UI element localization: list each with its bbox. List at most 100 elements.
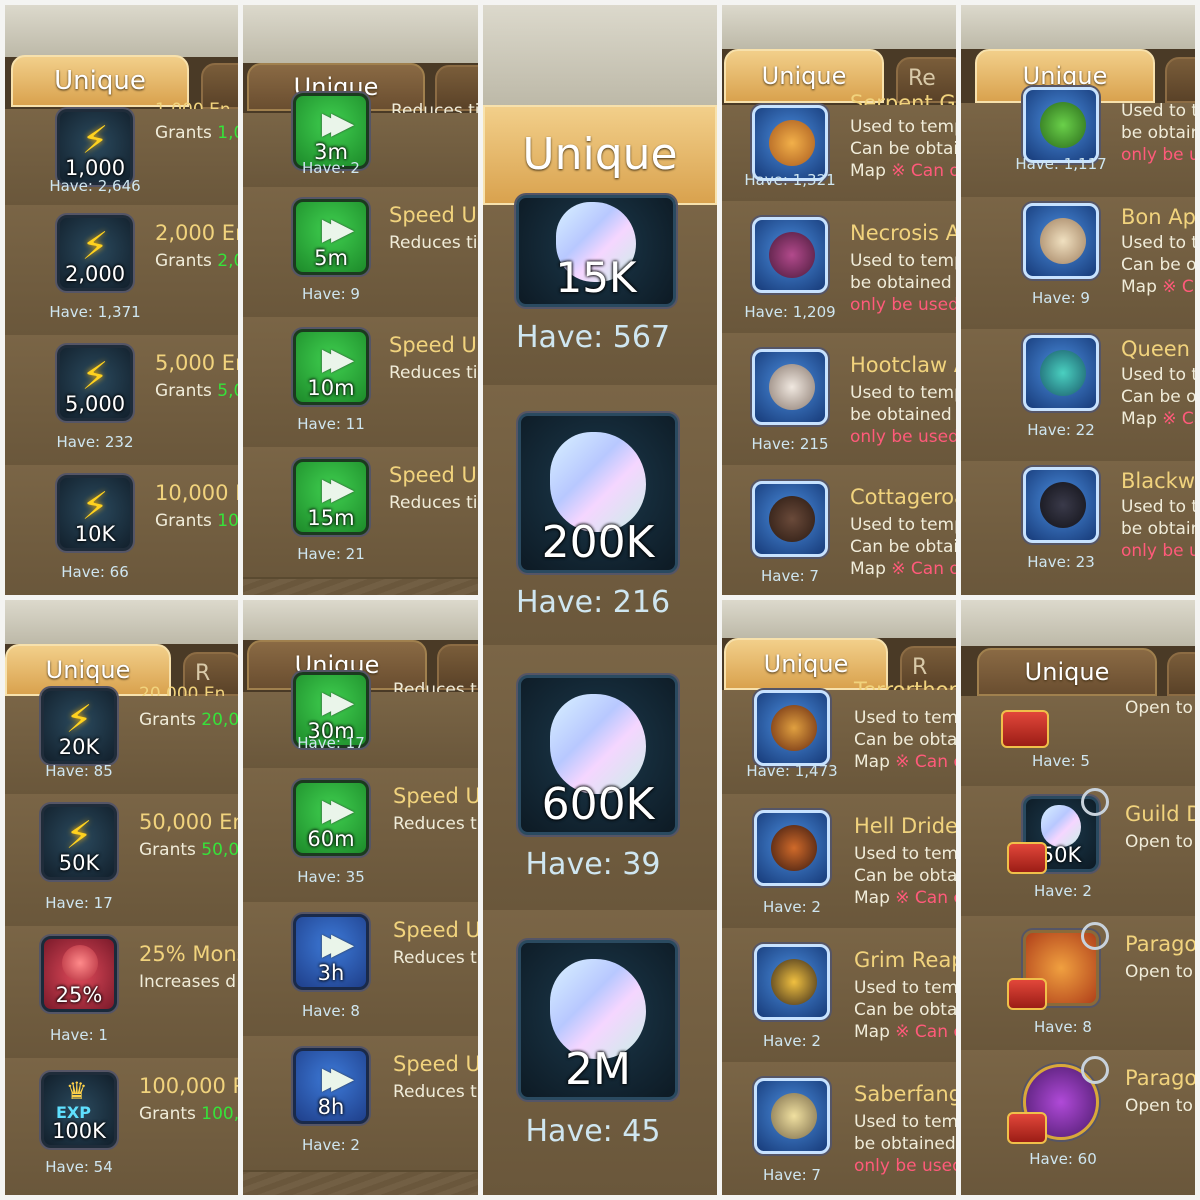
energy-icon: ⚡ 5,000 bbox=[57, 345, 133, 421]
have-count: Have: 66 bbox=[61, 563, 129, 581]
list-item[interactable]: ▶▶ 60m Have: 35 Speed U Reduces t bbox=[243, 768, 478, 904]
list-item[interactable]: ▶▶ 8h Have: 2 Speed U Reduces t bbox=[243, 1036, 478, 1172]
list-item[interactable]: ▶▶ 3h Have: 8 Speed U Reduces t bbox=[243, 902, 478, 1038]
list-item[interactable]: Have: 2 Grim Reap Used to temp Can be ob… bbox=[722, 928, 956, 1064]
energy-icon: ⚡ 1,000 bbox=[57, 109, 133, 185]
energy-icon: ⚡ 20K bbox=[41, 688, 117, 764]
list-item[interactable]: Have: 1,117 Used to te be obtain only be… bbox=[961, 87, 1195, 199]
item-desc: Open to bbox=[1125, 1096, 1193, 1116]
list-item[interactable]: Have: 7 Saberfang Used to temp be obtain… bbox=[722, 1062, 956, 1195]
monster-trophy-icon bbox=[1023, 87, 1099, 163]
list-item[interactable]: ⚡ 20K Have: 85 Grants 20,0 bbox=[5, 688, 238, 796]
list-item[interactable]: 2M Have: 45 bbox=[483, 910, 717, 1195]
list-item[interactable]: 25% Have: 1 25% Mons Increases d bbox=[5, 926, 238, 1060]
crown-icon: ♛ bbox=[66, 1077, 88, 1105]
tab-next[interactable] bbox=[1167, 652, 1195, 696]
tab-next[interactable] bbox=[1165, 57, 1195, 103]
list-item[interactable]: ▶▶10m Have: 11 Speed Up Reduces ti bbox=[243, 317, 478, 449]
item-title: Speed Up bbox=[389, 203, 478, 227]
list-item[interactable]: Have: 2 Hell Drider Used to temp Can be … bbox=[722, 794, 956, 930]
list-item[interactable]: ⚡2,000 Have: 1,371 2,000 Ene Grants 2,0 bbox=[5, 205, 238, 337]
grants-text: Grants 2,0 bbox=[155, 251, 238, 271]
list-item[interactable]: ⚡1,000 Have: 2,646 Grants 1,0 bbox=[5, 109, 238, 207]
item-line2: Can be obtain bbox=[850, 537, 956, 557]
list-item[interactable]: 15K Have: 567 bbox=[483, 195, 717, 387]
gem-icon: 200K bbox=[518, 413, 678, 573]
item-desc: Increases d bbox=[139, 972, 236, 992]
have-count: Have: 2 bbox=[1034, 882, 1092, 900]
panel-energy-1: Unique 1,000 En ⚡1,000 Have: 2,646 Grant… bbox=[5, 5, 238, 595]
list-item[interactable]: Have: 1,209 Necrosis A Used to temp be o… bbox=[722, 201, 956, 335]
item-line3: only be used bbox=[850, 427, 956, 447]
list-item[interactable]: Have: 215 Hootclaw A Used to temp be obt… bbox=[722, 333, 956, 467]
monster-trophy-icon bbox=[754, 810, 830, 886]
list-item[interactable]: ⚡50K Have: 17 50,000 Ene Grants 50,0 bbox=[5, 794, 238, 928]
item-title: Necrosis A bbox=[850, 221, 956, 245]
list-item[interactable]: Have: 8 Parago Open to bbox=[961, 916, 1195, 1052]
item-line1: Used to te bbox=[1121, 497, 1195, 517]
list-item[interactable]: ▶▶5m Have: 9 Speed Up Reduces ti bbox=[243, 187, 478, 319]
item-desc: Reduces ti bbox=[389, 493, 478, 513]
item-line2: Can be ob bbox=[1121, 255, 1195, 275]
list-item[interactable]: Have: 1,473 Used to temp Can be obtai Ma… bbox=[722, 690, 956, 796]
monster-trophy-icon bbox=[752, 105, 828, 181]
list-item[interactable]: 200K Have: 216 bbox=[483, 385, 717, 647]
magnifier-icon bbox=[1081, 1056, 1109, 1084]
item-desc: Reduces ti bbox=[389, 363, 478, 383]
item-line3: only be u bbox=[1121, 145, 1195, 165]
top-bar bbox=[961, 5, 1195, 49]
item-title: Bon App bbox=[1121, 205, 1195, 229]
list-item[interactable]: Have: 9 Bon App Used to te Can be ob Map… bbox=[961, 197, 1195, 331]
item-title: Grim Reap bbox=[854, 948, 956, 972]
exp-crown-icon: ♛ EXP 100K bbox=[41, 1072, 117, 1148]
list-item[interactable]: ♛ EXP 100K Have: 54 100,000 Pl Grants 10… bbox=[5, 1058, 238, 1195]
list-item[interactable]: Have: 5 Open to bbox=[961, 696, 1195, 788]
have-count: Have: 45 bbox=[525, 1114, 661, 1149]
panel-speedup-2: Unique Reduces t ▶▶ 30m Have: 17 ▶▶ 60m Ha… bbox=[243, 600, 478, 1195]
have-count: Have: 60 bbox=[1029, 1150, 1097, 1168]
list-item[interactable]: ▶▶ 3m Have: 2 bbox=[243, 93, 478, 189]
list-item[interactable]: ⚡10K Have: 66 10,000 En Grants 10 bbox=[5, 465, 238, 595]
item-desc: Reduces ti bbox=[389, 233, 478, 253]
item-line3: only be used bbox=[850, 295, 956, 315]
have-count: Have: 2 bbox=[302, 159, 360, 177]
item-line2: Can be obtai bbox=[854, 730, 956, 750]
list-item[interactable]: Have: 60 Parago Open to bbox=[961, 1050, 1195, 1195]
item-title: Cottageroa bbox=[850, 485, 956, 509]
item-line3: only be u bbox=[1121, 541, 1195, 561]
grants-text: Grants 20,0 bbox=[139, 710, 238, 730]
list-item[interactable]: 600K Have: 39 bbox=[483, 645, 717, 912]
list-item[interactable]: 50K Have: 2 Guild D Open to bbox=[961, 786, 1195, 918]
monster-trophy-icon bbox=[1023, 203, 1099, 279]
top-bar bbox=[722, 5, 956, 49]
item-desc: Open to bbox=[1125, 962, 1193, 982]
energy-icon: ⚡ 2,000 bbox=[57, 215, 133, 291]
list-item[interactable]: Have: 7 Cottageroa Used to temp Can be o… bbox=[722, 465, 956, 595]
panel-speedup-1: Unique Reduces ti ▶▶ 3m Have: 2 ▶▶ 5m Have… bbox=[243, 5, 478, 595]
have-count: Have: 35 bbox=[297, 868, 365, 886]
item-title: Speed U bbox=[393, 1052, 478, 1076]
item-line3: Map ※ C bbox=[1121, 277, 1194, 297]
list-item[interactable]: Have: 23 Blackwi Used to te be obtain on… bbox=[961, 461, 1195, 595]
item-title: Speed U bbox=[393, 784, 478, 808]
list-item[interactable]: Have: 1,321 Used to tempe Can be obtain … bbox=[722, 105, 956, 203]
list-item[interactable]: ▶▶ 30m Have: 17 bbox=[243, 672, 478, 770]
list-item[interactable]: ▶▶15m Have: 21 Speed Up Reduces ti bbox=[243, 447, 478, 579]
gem-icon: 600K bbox=[518, 675, 678, 835]
item-line2: Can be obtai bbox=[854, 1000, 956, 1020]
item-line2: Can be obtai bbox=[854, 866, 956, 886]
tab-unique[interactable]: Unique bbox=[977, 648, 1157, 696]
tab-unique[interactable]: Unique bbox=[483, 105, 717, 205]
panel-monster-2: Unique Have: 1,117 Used to te be obtain … bbox=[961, 5, 1195, 595]
have-count: Have: 5 bbox=[1032, 752, 1090, 770]
have-count: Have: 2 bbox=[763, 898, 821, 916]
item-desc: Reduces t bbox=[393, 948, 477, 968]
gem-icon: 15K bbox=[516, 195, 676, 307]
list-item[interactable]: ⚡5,000 Have: 232 5,000 Ene Grants 5,0 bbox=[5, 335, 238, 467]
item-line2: be obtain bbox=[1121, 519, 1195, 539]
list-item[interactable]: Have: 22 Queen I Used to te Can be ob Ma… bbox=[961, 329, 1195, 463]
item-title: 2,000 Ene bbox=[155, 221, 238, 245]
panel-energy-2: Unique R 20,000 En ⚡ 20K Have: 85 Grants … bbox=[5, 600, 238, 1195]
have-count: Have: 9 bbox=[1032, 289, 1090, 307]
item-title: Saberfang bbox=[854, 1082, 956, 1106]
